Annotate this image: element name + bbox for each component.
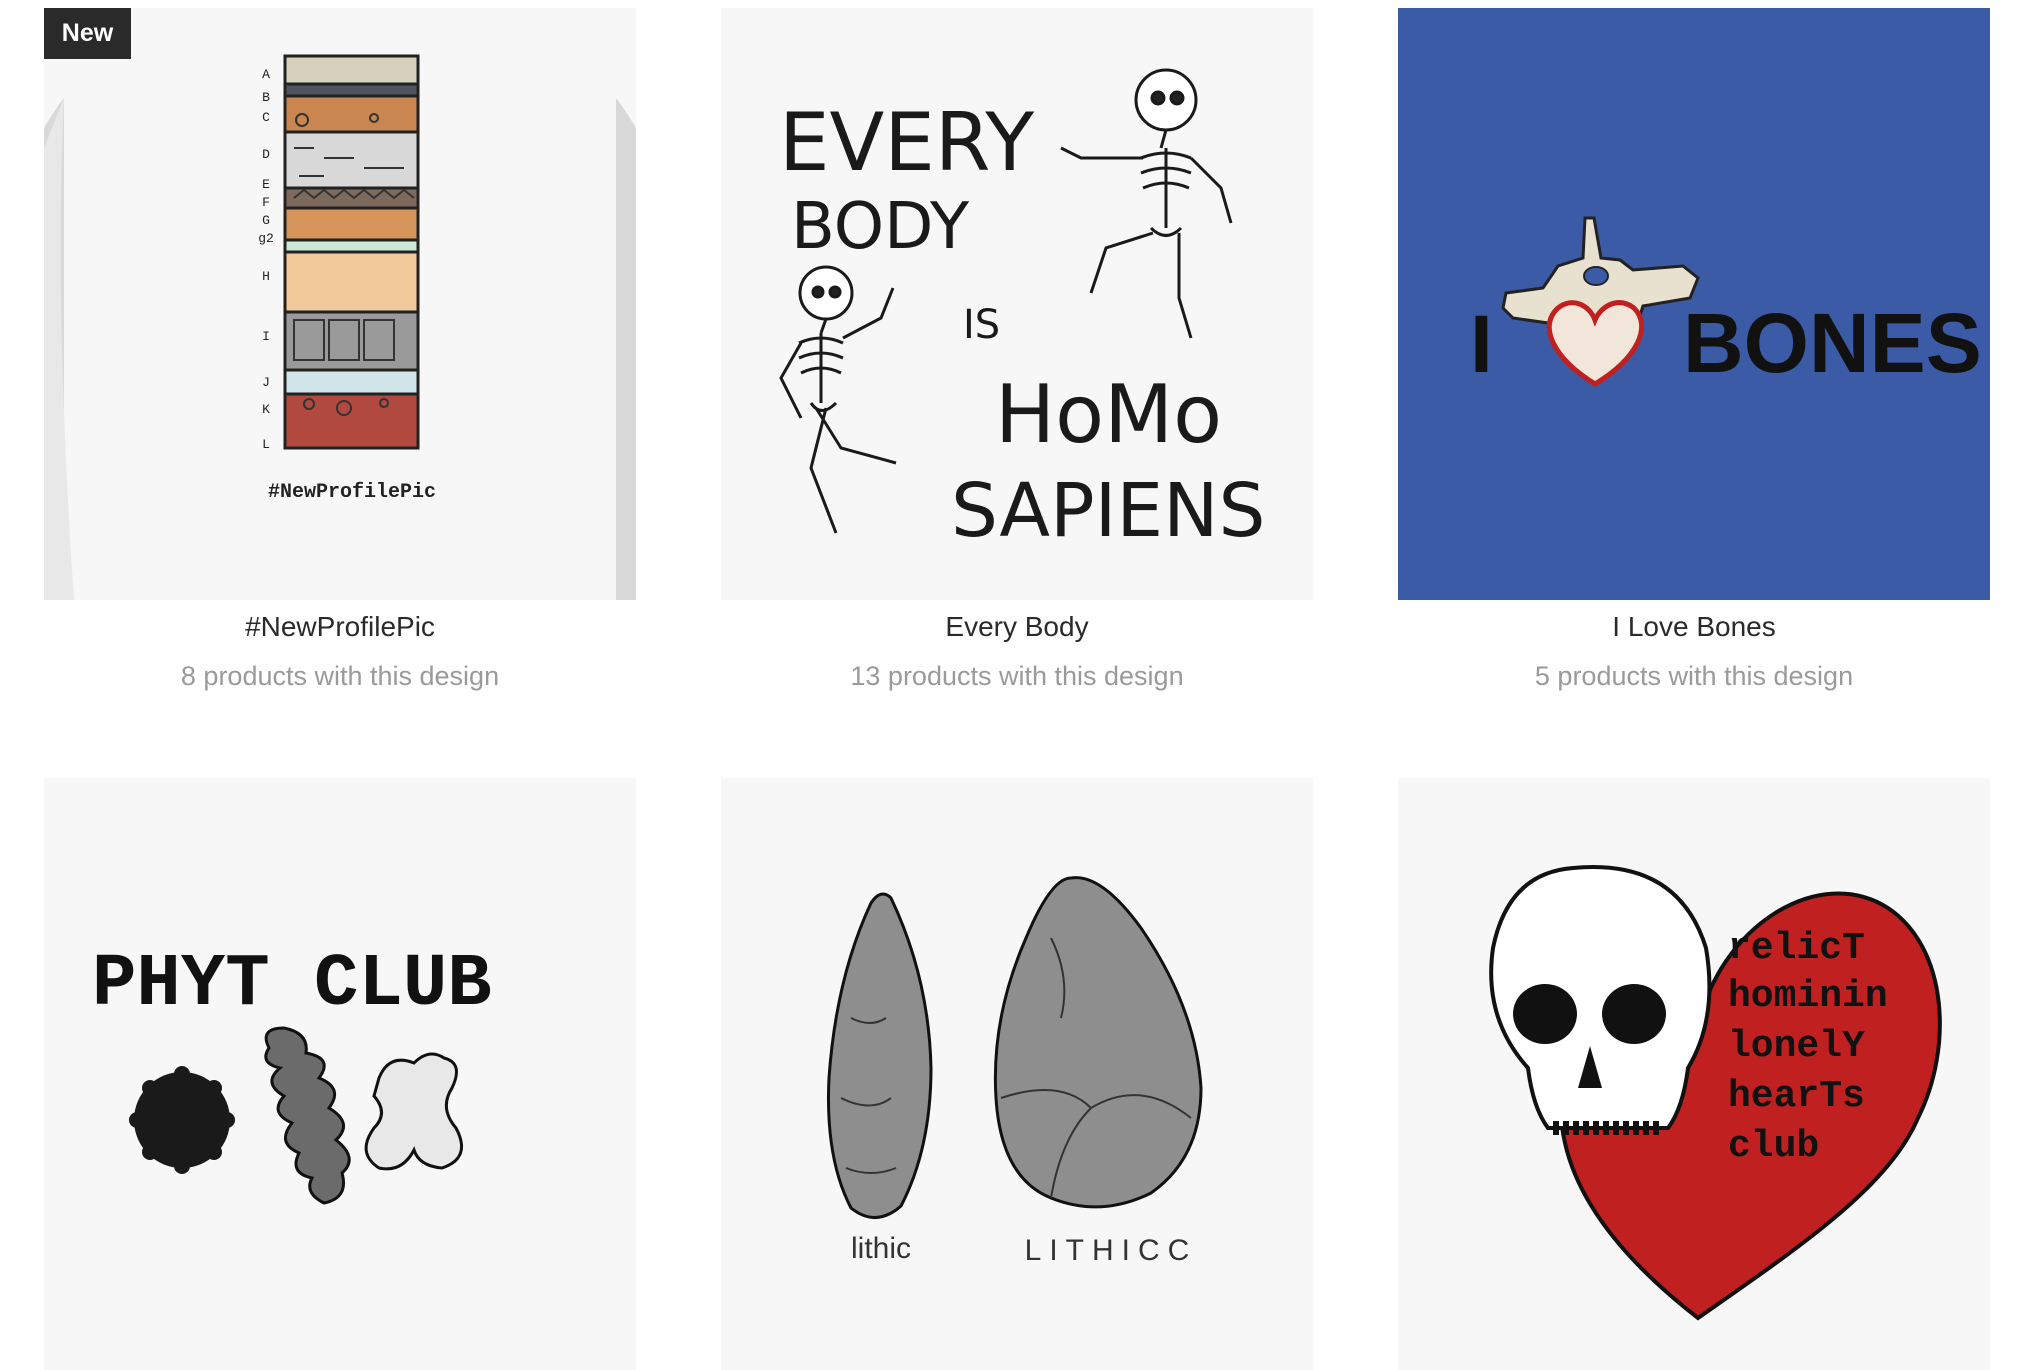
art-line: lonelY — [1728, 1025, 1865, 1068]
art-text-bones: BONES — [1683, 296, 1982, 390]
product-count: 8 products with this design — [180, 661, 500, 691]
design-title[interactable]: Every Body — [721, 608, 1313, 646]
design-card[interactable]: lithic LITHICC — [721, 778, 1313, 1370]
art-text: PHYT CLUB — [92, 943, 492, 1027]
layer-letter: H — [262, 269, 270, 284]
art-line: hominin — [1728, 975, 1888, 1018]
design-title[interactable]: #NewProfilePic — [44, 608, 636, 646]
layer-letter: J — [262, 375, 270, 390]
art-text-i: I — [1470, 299, 1493, 390]
design-card[interactable]: relicT hominin lonelY hearTs club — [1398, 778, 1990, 1370]
newprofilepic-artwork: A B C D E F G g2 H I J K L #NewProfilePi… — [44, 8, 636, 600]
design-card[interactable]: PHYT CLUB — [44, 778, 636, 1370]
layer-letter: B — [262, 90, 270, 105]
design-thumbnail[interactable]: relicT hominin lonelY hearTs club — [1398, 778, 1990, 1370]
design-card[interactable]: I BONES I Love Bones 5 products with thi… — [1398, 8, 1990, 694]
design-card[interactable]: EVERY BODY IS HoMo SAPIENS Every Body 13… — [721, 8, 1313, 694]
design-thumbnail[interactable]: lithic LITHICC — [721, 778, 1313, 1370]
product-count: 5 products with this design — [1534, 661, 1854, 691]
product-count: 13 products with this design — [850, 661, 1184, 691]
layer-letter: F — [262, 195, 270, 210]
art-line: club — [1728, 1125, 1819, 1168]
layer-letter: G — [262, 213, 270, 228]
phytolith-icon — [129, 1066, 235, 1174]
art-line: hearTs — [1728, 1075, 1865, 1118]
layer-letter: L — [262, 437, 270, 452]
layer-letter: g2 — [258, 231, 274, 246]
new-badge: New — [44, 8, 131, 59]
phyt-club-artwork: PHYT CLUB — [44, 778, 636, 1370]
layer-letter: A — [262, 67, 270, 82]
design-thumbnail[interactable]: I BONES — [1398, 8, 1990, 600]
layer-letter: K — [262, 402, 270, 417]
art-line: SAPIENS — [951, 468, 1266, 554]
relict-hominin-artwork: relicT hominin lonelY hearTs club — [1398, 778, 1990, 1370]
design-thumbnail[interactable]: New A B C D E F G g2 H I J K L #NewProfi… — [44, 8, 636, 600]
layer-letter: C — [262, 110, 270, 125]
every-body-artwork: EVERY BODY IS HoMo SAPIENS — [721, 8, 1313, 600]
design-card[interactable]: New A B C D E F G g2 H I J K L #NewProfi… — [44, 8, 636, 694]
art-line: IS — [963, 302, 1000, 348]
layer-letter: I — [262, 329, 270, 344]
i-love-bones-artwork: I BONES — [1398, 8, 1990, 600]
art-line: relicT — [1728, 927, 1865, 970]
design-thumbnail[interactable]: EVERY BODY IS HoMo SAPIENS — [721, 8, 1313, 600]
art-label: LITHICC — [1025, 1234, 1198, 1267]
art-label: lithic — [851, 1232, 911, 1265]
hashtag-text: #NewProfilePic — [268, 481, 436, 504]
design-thumbnail[interactable]: PHYT CLUB — [44, 778, 636, 1370]
art-line: BODY — [791, 190, 970, 264]
layer-letter: E — [262, 177, 270, 192]
layer-letter: D — [262, 147, 270, 162]
art-line: HoMo — [995, 368, 1222, 461]
art-line: EVERY — [779, 96, 1035, 189]
lithic-artwork: lithic LITHICC — [721, 778, 1313, 1370]
design-title[interactable]: I Love Bones — [1398, 608, 1990, 646]
